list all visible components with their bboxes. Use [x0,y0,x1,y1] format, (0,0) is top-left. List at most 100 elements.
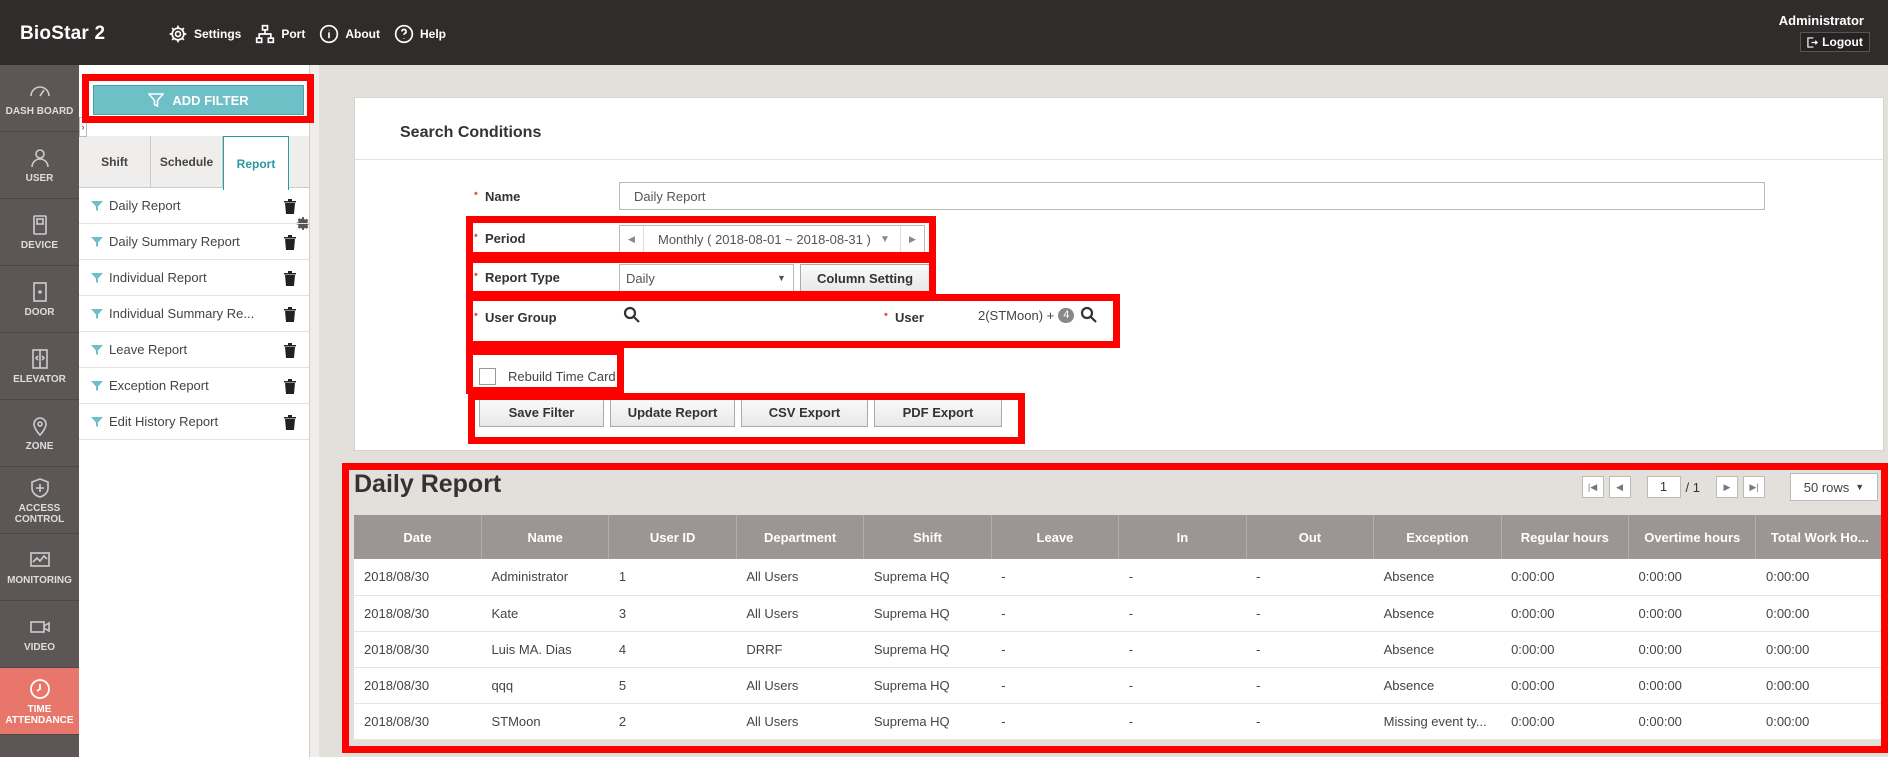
nav-device[interactable]: DEVICE [0,199,79,266]
panel-splitter[interactable] [309,65,319,757]
collapse-panel-handle[interactable]: › [79,117,87,137]
column-header[interactable]: User ID [608,515,737,559]
column-header[interactable]: Shift [863,515,992,559]
app-brand: BioStar 2 [20,23,106,44]
nav-label: ZONE [25,441,54,452]
table-row[interactable]: 2018/08/30 STMoon 2 All Users Suprema HQ - - - M… [354,703,1884,740]
rows-per-page-select[interactable]: 50 rows ▼ [1790,473,1878,501]
settings-link[interactable]: Settings [168,24,241,44]
nav-access-control[interactable]: ACCESS CONTROL [0,467,79,534]
nav-elevator[interactable]: ELEVATOR [0,333,79,400]
table-row[interactable]: 2018/08/30 Administrator 1 All Users Suprema… [354,559,1884,596]
device-icon [32,215,47,235]
column-setting-button[interactable]: Column Setting [800,264,930,292]
column-header[interactable]: Exception [1373,515,1502,559]
table-row[interactable]: 2018/08/30 Luis MA. Dias 4 DRRF Suprema HQ - -… [354,631,1884,668]
column-header[interactable]: Total Work Ho... [1755,515,1884,559]
table-cell: 0:00:00 [1755,667,1884,704]
trash-icon[interactable] [283,379,297,394]
table-cell: 0:00:00 [1755,631,1884,668]
page-number-input[interactable]: 1 [1646,476,1681,498]
rebuild-checkbox[interactable] [479,368,496,385]
table-cell: 0:00:00 [1501,631,1629,668]
add-filter-button[interactable]: ADD FILTER [93,85,304,115]
column-header[interactable]: Department [736,515,865,559]
table-cell: 0:00:00 [1628,595,1756,632]
column-header[interactable]: In [1118,515,1247,559]
csv-export-button[interactable]: CSV Export [741,398,868,427]
table-cell: Suprema HQ [863,667,992,704]
report-name: Daily Summary Report [109,234,240,249]
update-report-button[interactable]: Update Report [610,398,735,427]
table-cell: 4 [608,631,737,668]
column-header[interactable]: Out [1246,515,1375,559]
report-filter-list: Daily Report Daily Summary Report Indivi… [79,188,309,440]
monitoring-icon [29,552,50,567]
column-header[interactable]: Name [481,515,610,559]
table-cell: All Users [736,559,864,596]
chevron-down-icon: ▼ [1855,482,1865,492]
list-item[interactable]: Leave Report [79,332,309,368]
trash-icon[interactable] [283,271,297,286]
logout-button[interactable]: Logout [1800,32,1870,52]
nav-monitoring[interactable]: MONITORING [0,534,79,601]
search-icon[interactable] [1080,306,1098,324]
report-name: Daily Report [109,198,181,213]
list-item[interactable]: Edit History Report [79,404,309,440]
trash-icon[interactable] [283,199,297,214]
period-dropdown-icon[interactable]: ▼ [880,234,900,245]
next-period-icon[interactable]: ▶ [900,226,924,252]
table-cell: STMoon [481,703,609,740]
nav-time-attendance[interactable]: TIME ATTENDANCE [0,668,79,735]
port-link[interactable]: Port [255,24,305,44]
trash-icon[interactable] [283,415,297,430]
nav-user[interactable]: USER [0,132,79,199]
nav-label: DOOR [24,307,55,318]
report-type-select[interactable]: Daily ▼ [619,264,794,292]
last-page-icon[interactable]: ▶| [1743,476,1765,498]
nav-label: TIME ATTENDANCE [5,703,74,726]
next-page-icon[interactable]: ▶ [1716,476,1738,498]
name-field[interactable]: Daily Report [619,182,1765,210]
pdf-export-button[interactable]: PDF Export [874,398,1002,427]
prev-period-icon[interactable]: ◀ [620,226,644,252]
table-cell: 2018/08/30 [354,703,482,740]
first-page-icon[interactable]: |◀ [1581,476,1604,498]
column-header[interactable]: Regular hours [1501,515,1630,559]
column-header[interactable]: Leave [991,515,1120,559]
list-item[interactable]: Individual Report [79,260,309,296]
gear-icon [169,25,187,43]
about-link[interactable]: About [319,24,380,44]
table-cell: - [1246,667,1374,704]
user-count-badge[interactable]: 4 [1058,308,1075,323]
column-header[interactable]: Date [354,515,482,559]
nav-dashboard[interactable]: DASH BOARD [0,65,79,132]
table-cell: 0:00:00 [1628,631,1756,668]
save-filter-button[interactable]: Save Filter [479,398,604,427]
list-item[interactable]: Exception Report [79,368,309,404]
table-cell: Luis MA. Dias [481,631,609,668]
video-icon [29,621,50,633]
list-item[interactable]: Daily Report [79,188,309,224]
prev-page-icon[interactable]: ◀ [1608,476,1631,498]
nav-video[interactable]: VIDEO [0,601,79,668]
table-cell: - [1118,559,1247,596]
tab-schedule[interactable]: Schedule [151,136,223,188]
table-row[interactable]: 2018/08/30 Kate 3 All Users Suprema HQ - - - Abs… [354,595,1884,632]
table-cell: - [1118,595,1247,632]
tab-shift[interactable]: Shift [79,136,151,188]
trash-icon[interactable] [283,235,297,250]
search-icon[interactable] [623,306,641,324]
list-item[interactable]: Individual Summary Re... [79,296,309,332]
nav-door[interactable]: DOOR [0,266,79,333]
tab-report[interactable]: Report [223,136,289,190]
trash-icon[interactable] [283,343,297,358]
column-header[interactable]: Overtime hours [1628,515,1757,559]
nav-zone[interactable]: ZONE [0,400,79,467]
period-selector[interactable]: ◀ Monthly ( 2018-08-01 ~ 2018-08-31 ) ▼ … [619,225,925,253]
trash-icon[interactable] [283,307,297,322]
help-link[interactable]: Help [394,24,446,44]
add-filter-label: ADD FILTER [172,92,249,108]
table-row[interactable]: 2018/08/30 qqq 5 All Users Suprema HQ - - - Abse… [354,667,1884,704]
list-item[interactable]: Daily Summary Report [79,224,309,260]
